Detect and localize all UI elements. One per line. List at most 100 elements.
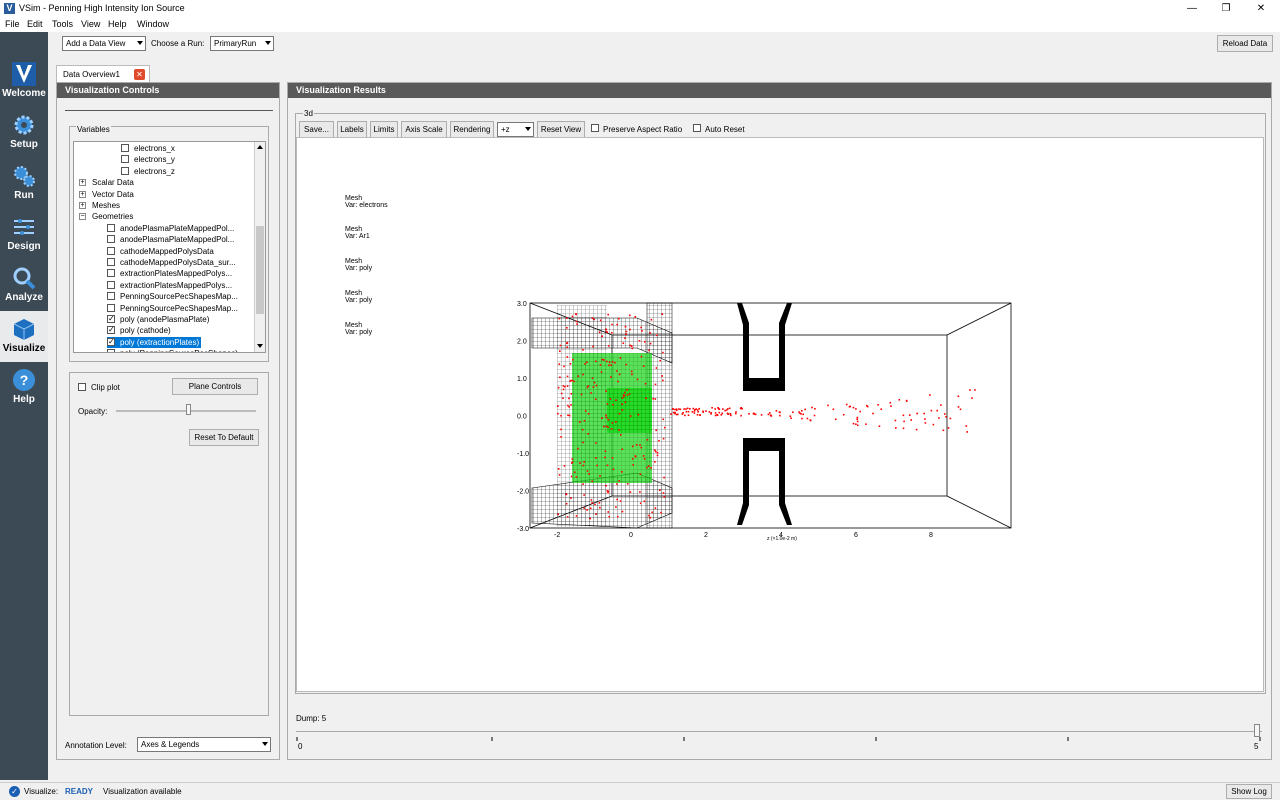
tree-row[interactable]: cathodeMappedPolysData_sur... <box>107 257 236 268</box>
tree-row[interactable]: − Geometries <box>79 211 133 222</box>
variables-tree[interactable]: electrons_x electrons_y electrons_z + Scalar… <box>73 141 266 353</box>
variable-checkbox[interactable] <box>107 258 115 266</box>
menu-edit[interactable]: Edit <box>27 19 43 29</box>
variable-checkbox[interactable] <box>107 235 115 244</box>
variable-checkbox[interactable] <box>107 292 115 301</box>
menu-tools[interactable]: Tools <box>52 19 73 29</box>
opacity-label: Opacity: <box>78 407 108 416</box>
dump-slider-handle[interactable] <box>1254 724 1260 737</box>
rendering-button[interactable]: Rendering <box>450 121 494 138</box>
particle <box>696 409 699 411</box>
annotation-level-select[interactable]: Axes & Legends <box>137 737 271 752</box>
tree-row[interactable]: electrons_y <box>121 154 175 165</box>
tree-row[interactable]: poly (extractionPlates) <box>107 336 202 348</box>
tree-row[interactable]: anodePlasmaPlateMappedPol... <box>107 223 234 234</box>
menu-window[interactable]: Window <box>137 19 169 29</box>
variable-checkbox[interactable] <box>121 166 129 175</box>
scroll-thumb[interactable] <box>256 226 264 314</box>
opacity-slider-handle[interactable] <box>186 404 191 415</box>
close-icon[interactable]: ✕ <box>1244 0 1278 18</box>
particle <box>717 407 719 409</box>
variable-checkbox[interactable] <box>107 324 115 335</box>
reset-default-button[interactable]: Reset To Default <box>189 429 259 446</box>
dump-slider-track[interactable] <box>296 731 1262 732</box>
particle <box>612 404 614 406</box>
reload-data-button[interactable]: Reload Data <box>1217 35 1273 52</box>
tree-row[interactable]: poly (anodePlasmaPlate) <box>107 313 209 325</box>
tree-row[interactable]: + Vector Data <box>79 189 134 200</box>
view-axis-select[interactable]: +z <box>497 122 534 137</box>
tree-row[interactable]: electrons_z <box>121 166 175 177</box>
nav-help[interactable]: ? Help <box>0 362 48 413</box>
plane-controls-button[interactable]: Plane Controls <box>172 378 258 395</box>
menu-view[interactable]: View <box>81 19 100 29</box>
particle <box>624 391 626 394</box>
save-button[interactable]: Save... <box>299 121 334 138</box>
nav-analyze[interactable]: Analyze <box>0 260 48 311</box>
variable-checkbox[interactable] <box>107 246 115 255</box>
restore-icon[interactable]: ❐ <box>1209 0 1243 18</box>
tree-row[interactable]: cathodeMappedPolysData <box>107 246 214 257</box>
nav-label: Setup <box>10 139 38 150</box>
nav-welcome[interactable]: Welcome <box>0 56 48 107</box>
particle <box>683 408 685 410</box>
expand-icon[interactable]: + <box>79 202 86 209</box>
particle <box>576 323 578 325</box>
run-select[interactable]: PrimaryRun <box>210 36 274 51</box>
tree-row[interactable]: PenningSourcePecShapesMap... <box>107 303 238 314</box>
nav-visualize[interactable]: Visualize <box>0 311 48 362</box>
variable-checkbox[interactable] <box>107 349 115 352</box>
variable-checkbox[interactable] <box>121 144 129 152</box>
tree-row[interactable]: PenningSourcePecShapesMap... <box>107 291 238 302</box>
particle <box>789 415 792 417</box>
particle <box>588 473 590 475</box>
scroll-up-icon[interactable] <box>257 145 263 149</box>
tree-row[interactable]: + Meshes <box>79 200 120 211</box>
tree-scrollbar[interactable] <box>254 142 265 352</box>
nav-setup[interactable]: Setup <box>0 107 48 158</box>
variable-checkbox[interactable] <box>107 280 115 289</box>
variable-checkbox[interactable] <box>107 336 115 347</box>
preserve-aspect-checkbox[interactable] <box>591 124 599 132</box>
particle <box>582 441 584 444</box>
variable-checkbox[interactable] <box>121 155 129 164</box>
minimize-icon[interactable]: — <box>1175 0 1209 18</box>
3d-scene[interactable]: 3.02.01.00.0-1.0-2.0-3.0 -2 0 2 4 6 8 z (×1.0… <box>517 293 1027 543</box>
scroll-down-icon[interactable] <box>257 344 263 348</box>
particle <box>571 461 574 463</box>
collapse-icon[interactable]: − <box>79 213 86 221</box>
menu-file[interactable]: File <box>5 19 20 29</box>
clip-plot-checkbox[interactable] <box>78 383 86 391</box>
tree-row[interactable]: extractionPlatesMappedPolys... <box>107 268 232 279</box>
tree-row[interactable]: poly (PenningSourcePecShapes) <box>107 348 238 352</box>
tree-row[interactable]: extractionPlatesMappedPolys... <box>107 280 232 291</box>
particle <box>595 360 597 363</box>
expand-icon[interactable]: + <box>79 190 86 198</box>
variable-checkbox[interactable] <box>107 303 115 312</box>
menu-help[interactable]: Help <box>108 19 127 29</box>
show-log-button[interactable]: Show Log <box>1226 784 1272 799</box>
legend-mesh: Mesh <box>345 226 363 233</box>
tree-row[interactable]: electrons_x <box>121 143 175 154</box>
nav-design[interactable]: Design <box>0 209 48 260</box>
visualization-canvas[interactable]: Mesh Var: electrons Mesh Var: Ar1 Mesh Var:… <box>296 137 1264 692</box>
variable-checkbox[interactable] <box>107 269 115 278</box>
labels-button[interactable]: Labels <box>337 121 367 138</box>
variable-checkbox[interactable] <box>107 313 115 324</box>
particle <box>584 410 587 412</box>
axis-scale-button[interactable]: Axis Scale <box>401 121 447 138</box>
particle <box>626 483 629 485</box>
reset-view-button[interactable]: Reset View <box>537 121 585 138</box>
particle <box>624 337 626 339</box>
auto-reset-checkbox[interactable] <box>693 124 701 132</box>
tab-data-overview[interactable]: Data Overview1 ✕ <box>56 65 150 83</box>
expand-icon[interactable]: + <box>79 179 86 187</box>
data-view-select[interactable]: Add a Data View <box>62 36 146 51</box>
limits-button[interactable]: Limits <box>370 121 398 138</box>
close-tab-icon[interactable]: ✕ <box>134 69 145 80</box>
nav-run[interactable]: Run <box>0 158 48 209</box>
tree-row[interactable]: anodePlasmaPlateMappedPol... <box>107 234 234 245</box>
tree-row[interactable]: + Scalar Data <box>79 177 134 188</box>
variable-checkbox[interactable] <box>107 223 115 232</box>
tree-row[interactable]: poly (cathode) <box>107 324 171 336</box>
